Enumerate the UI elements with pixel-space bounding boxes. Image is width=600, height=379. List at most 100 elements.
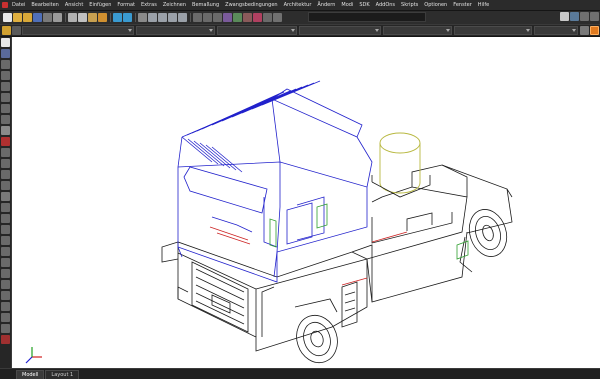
linetype-icon[interactable] bbox=[263, 13, 272, 22]
menu-addons[interactable]: AddOns bbox=[373, 0, 398, 11]
new-file-icon[interactable] bbox=[3, 13, 12, 22]
toolbar-right-group bbox=[560, 12, 600, 21]
menu-modi[interactable]: Modi bbox=[338, 0, 356, 11]
linetype-dropdown[interactable] bbox=[217, 26, 297, 35]
style-manager-icon[interactable] bbox=[580, 26, 590, 35]
zoom-window-icon[interactable] bbox=[158, 13, 167, 22]
tab-layout-1[interactable]: Layout 1 bbox=[45, 370, 80, 379]
lineweight-icon[interactable] bbox=[273, 13, 282, 22]
settings-gear-icon[interactable] bbox=[2, 26, 11, 35]
menu-datei[interactable]: Datei bbox=[9, 0, 28, 11]
help-icon[interactable] bbox=[570, 12, 579, 21]
stretch-icon[interactable] bbox=[1, 269, 10, 278]
offset-icon[interactable] bbox=[1, 214, 10, 223]
hatch-icon[interactable] bbox=[1, 137, 10, 146]
chevron-down-icon bbox=[290, 29, 295, 32]
menu-hilfe[interactable]: Hilfe bbox=[475, 0, 492, 11]
plotstyle-dropdown[interactable] bbox=[382, 26, 453, 35]
menu-fenster[interactable]: Fenster bbox=[450, 0, 475, 11]
menu-bearbeiten[interactable]: Bearbeiten bbox=[28, 0, 61, 11]
trim-icon[interactable] bbox=[1, 280, 10, 289]
zoom-realtime-icon[interactable] bbox=[148, 13, 157, 22]
open-recent-icon[interactable] bbox=[23, 13, 32, 22]
polyline-icon[interactable] bbox=[1, 60, 10, 69]
view-front-icon[interactable] bbox=[203, 13, 212, 22]
zoom-extents-icon[interactable] bbox=[178, 13, 187, 22]
print-icon[interactable] bbox=[43, 13, 52, 22]
move-icon[interactable] bbox=[1, 236, 10, 245]
mirror-icon[interactable] bbox=[1, 203, 10, 212]
pan-icon[interactable] bbox=[138, 13, 147, 22]
arc-icon[interactable] bbox=[1, 71, 10, 80]
spline-icon[interactable] bbox=[1, 115, 10, 124]
dimstyle-dropdown[interactable] bbox=[454, 26, 533, 35]
panel-icon[interactable] bbox=[580, 12, 589, 21]
line-icon[interactable] bbox=[1, 49, 10, 58]
cut-icon[interactable] bbox=[68, 13, 77, 22]
open-folder-icon[interactable] bbox=[13, 13, 22, 22]
match-properties-icon[interactable] bbox=[98, 13, 107, 22]
point-icon[interactable] bbox=[1, 159, 10, 168]
toolbar-separator bbox=[65, 13, 66, 22]
scale-icon[interactable] bbox=[1, 258, 10, 267]
layer-dropdown[interactable] bbox=[21, 26, 134, 35]
menu-architektur[interactable]: Architektur bbox=[281, 0, 315, 11]
polygon-icon[interactable] bbox=[1, 104, 10, 113]
text-icon[interactable] bbox=[1, 126, 10, 135]
zoom-previous-icon[interactable] bbox=[168, 13, 177, 22]
copy-icon[interactable] bbox=[78, 13, 87, 22]
menu-zwangsbedingungen[interactable]: Zwangsbedingungen bbox=[222, 0, 280, 11]
break-icon[interactable] bbox=[1, 302, 10, 311]
textstyle-dropdown[interactable] bbox=[534, 26, 579, 35]
chamfer-icon[interactable] bbox=[1, 313, 10, 322]
region-icon[interactable] bbox=[1, 181, 10, 190]
paste-icon[interactable] bbox=[88, 13, 97, 22]
color-icon[interactable] bbox=[253, 13, 262, 22]
menu-aendern[interactable]: Ändern bbox=[314, 0, 338, 11]
menu-extras[interactable]: Extras bbox=[138, 0, 160, 11]
menu-skripts[interactable]: Skripts bbox=[398, 0, 421, 11]
layer-state-icon[interactable] bbox=[11, 26, 21, 35]
layout-tab-bar: Modell Layout 1 bbox=[0, 368, 600, 379]
fillet-icon[interactable] bbox=[1, 324, 10, 333]
rotate-icon[interactable] bbox=[1, 247, 10, 256]
properties-icon[interactable] bbox=[243, 13, 252, 22]
redo-icon[interactable] bbox=[123, 13, 132, 22]
view-iso-icon[interactable] bbox=[213, 13, 222, 22]
circle-icon[interactable] bbox=[1, 82, 10, 91]
table-icon[interactable] bbox=[1, 192, 10, 201]
print-preview-icon[interactable] bbox=[53, 13, 62, 22]
chevron-down-icon bbox=[127, 29, 132, 32]
render-icon[interactable] bbox=[223, 13, 232, 22]
panel-toggle-icon[interactable] bbox=[590, 12, 599, 21]
menu-einfuegen[interactable]: Einfügen bbox=[86, 0, 114, 11]
menu-bemassung[interactable]: Bemaßung bbox=[189, 0, 222, 11]
menu-ansicht[interactable]: Ansicht bbox=[62, 0, 86, 11]
array-icon[interactable] bbox=[1, 225, 10, 234]
tab-model[interactable]: Modell bbox=[16, 370, 45, 379]
undo-icon[interactable] bbox=[113, 13, 122, 22]
quick-select-icon[interactable] bbox=[590, 26, 599, 35]
extend-icon[interactable] bbox=[1, 291, 10, 300]
command-field[interactable] bbox=[308, 12, 426, 22]
layer-icon[interactable] bbox=[233, 13, 242, 22]
color-dropdown[interactable] bbox=[135, 26, 216, 35]
select-arrow-icon[interactable] bbox=[1, 38, 10, 47]
select-cursor-icon[interactable] bbox=[560, 12, 569, 21]
green-details bbox=[269, 203, 469, 260]
block-icon[interactable] bbox=[1, 148, 10, 157]
lineweight-dropdown[interactable] bbox=[298, 26, 381, 35]
save-icon[interactable] bbox=[33, 13, 42, 22]
rectangle-icon[interactable] bbox=[1, 93, 10, 102]
menu-optionen[interactable]: Optionen bbox=[421, 0, 450, 11]
chevron-down-icon bbox=[374, 29, 379, 32]
menu-sdk[interactable]: SDK bbox=[356, 0, 372, 11]
menu-zeichnen[interactable]: Zeichnen bbox=[160, 0, 189, 11]
explode-icon[interactable] bbox=[1, 335, 10, 344]
ellipse-icon[interactable] bbox=[1, 170, 10, 179]
menu-format[interactable]: Format bbox=[114, 0, 138, 11]
app-icon[interactable] bbox=[2, 2, 8, 8]
drawing-viewport[interactable] bbox=[12, 37, 600, 368]
view-top-icon[interactable] bbox=[193, 13, 202, 22]
toolbar-separator bbox=[190, 13, 191, 22]
